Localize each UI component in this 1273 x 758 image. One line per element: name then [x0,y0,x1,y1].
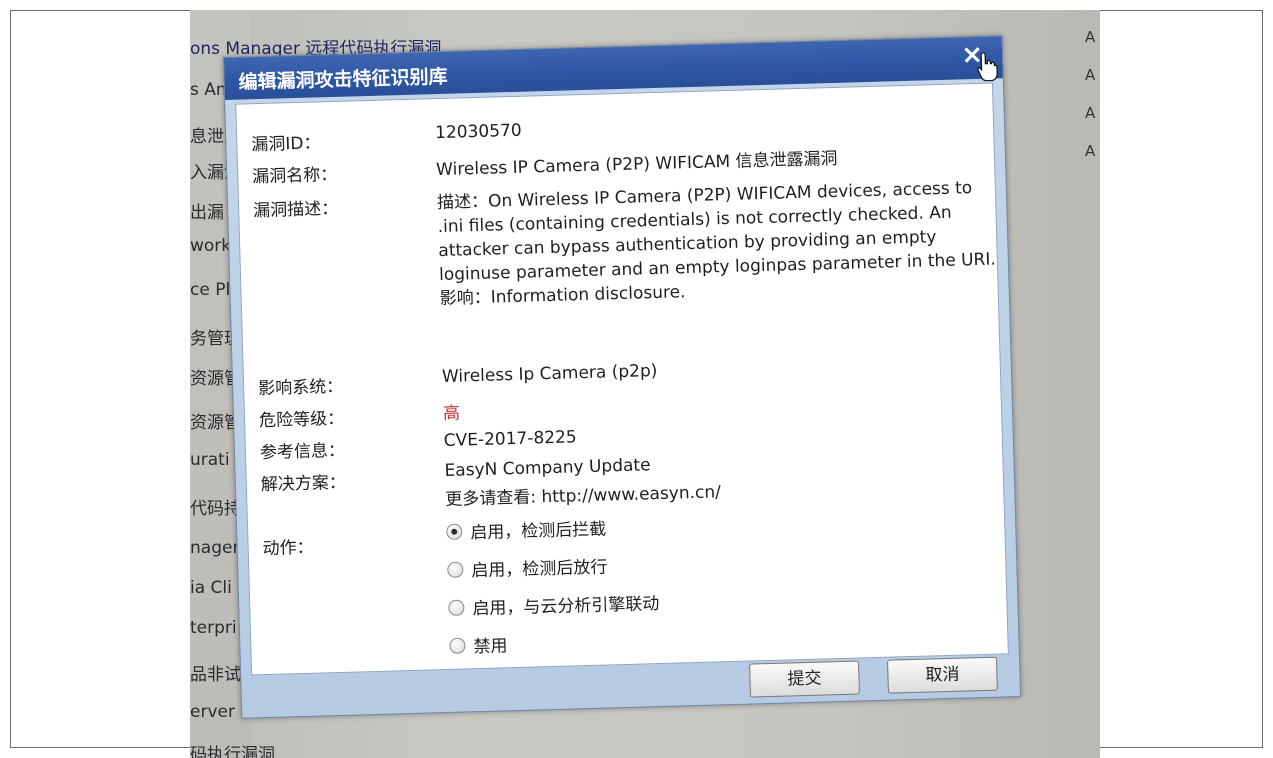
background-row: terpri [190,618,237,638]
action-option-cloud[interactable]: 启用，与云分析引擎联动 [448,589,660,620]
cancel-button[interactable]: 取消 [886,656,998,694]
dialog-title: 编辑漏洞攻击特征识别库 [238,65,448,94]
background-row: ce Pl [190,280,231,300]
description-value: 描述：On Wireless IP Camera (P2P) WIFICAM d… [437,175,1000,311]
reference-value: CVE-2017-8225 [443,427,577,451]
action-option-block[interactable]: 启用，检测后拦截 [446,515,607,544]
background-right-letter: A [1085,142,1096,160]
radio-icon[interactable] [447,561,464,578]
action-option-label: 禁用 [473,636,508,658]
action-option-allow[interactable]: 启用，检测后放行 [447,552,608,581]
background-row: 代码持 [190,499,241,519]
submit-button[interactable]: 提交 [749,660,860,698]
solution-label: 解决方案： [260,472,347,496]
radio-icon[interactable] [446,523,463,540]
background-row: urati [190,450,230,470]
id-value: 12030570 [434,120,522,144]
id-label: 漏洞ID： [251,133,321,156]
action-option-label: 启用，检测后放行 [471,557,608,582]
dialog-content: 漏洞ID： 12030570 漏洞名称： Wireless IP Camera … [235,82,1009,676]
description-text: 描述：On Wireless IP Camera (P2P) WIFICAM d… [436,178,997,286]
more-info-prefix: 更多请查看: [445,487,542,510]
background-bottom-line: 码执行漏洞 [190,745,275,758]
hand-cursor-icon [977,52,998,82]
more-info-line: 更多请查看: http://www.easyn.cn/ [445,477,721,510]
affected-system-value: Wireless Ip Camera (p2p) [441,361,658,388]
background-right-letter: A [1085,66,1096,84]
background-row: erver [190,702,235,722]
background-row: 品非试 [190,665,241,685]
risk-level-value: 高 [442,403,461,425]
radio-icon[interactable] [448,598,465,616]
action-option-disable[interactable]: 禁用 [449,631,508,658]
reference-label: 参考信息： [259,440,346,464]
more-info-link[interactable]: http://www.easyn.cn/ [541,482,721,507]
action-option-label: 启用，检测后拦截 [470,519,607,544]
edit-signature-dialog: 编辑漏洞攻击特征识别库 × 漏洞ID： 12030570 漏洞名称： Wirel… [222,35,1022,719]
background-row: nager [190,538,240,558]
name-value: Wireless IP Camera (P2P) WIFICAM 信息泄露漏洞 [435,148,838,181]
name-label: 漏洞名称： [251,164,338,188]
affected-system-label: 影响系统： [257,376,344,400]
solution-value: EasyN Company Update [444,455,651,481]
background-row: ia Cli [190,578,232,598]
background-right-letter: A [1085,104,1096,122]
background-row: 出漏 [190,203,224,223]
risk-level-label: 危险等级： [258,408,345,432]
action-option-label: 启用，与云分析引擎联动 [472,594,660,620]
description-label: 漏洞描述： [252,198,339,222]
background-row: work [190,236,232,256]
radio-icon[interactable] [449,636,466,654]
action-label: 动作： [262,537,314,560]
background-right-letter: A [1085,28,1096,46]
